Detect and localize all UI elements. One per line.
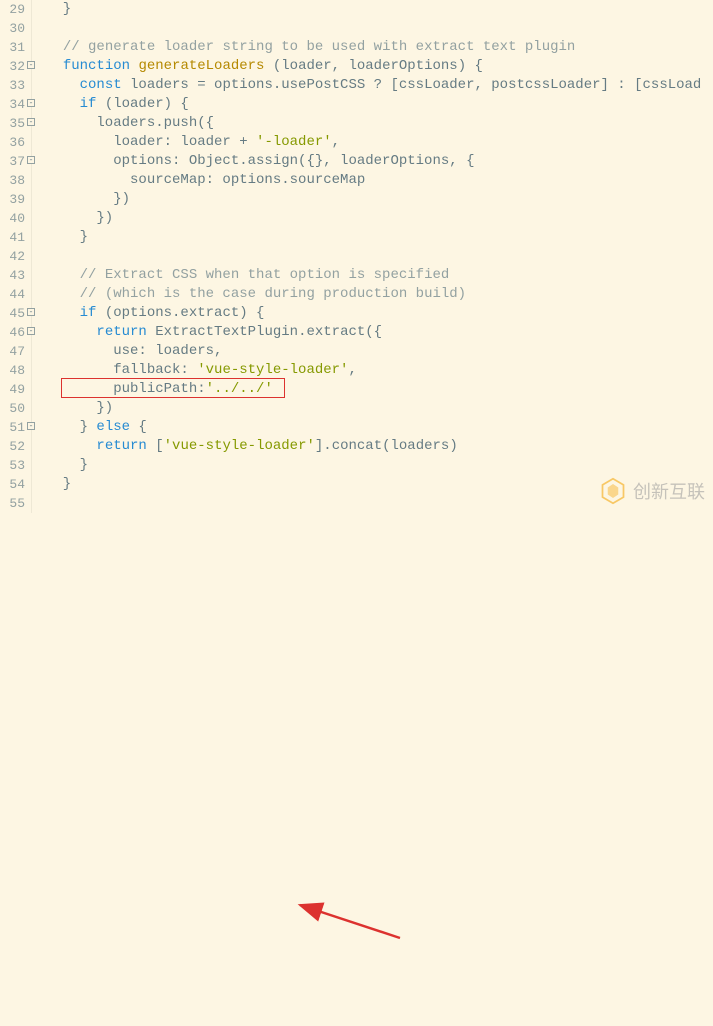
code-line[interactable]: return ExtractTextPlugin.extract({ (46, 323, 713, 342)
line-number: 37- (0, 152, 25, 171)
line-number: 31 (0, 38, 25, 57)
code-line[interactable]: // generate loader string to be used wit… (46, 38, 713, 57)
code-line[interactable]: if (options.extract) { (46, 304, 713, 323)
fold-toggle-icon[interactable]: - (27, 308, 35, 316)
code-line[interactable]: // Extract CSS when that option is speci… (46, 266, 713, 285)
code-area[interactable]: } // generate loader string to be used w… (32, 0, 713, 513)
code-line[interactable]: } else { (46, 418, 713, 437)
code-line[interactable]: options: Object.assign({}, loaderOptions… (46, 152, 713, 171)
line-number: 49 (0, 380, 25, 399)
code-line[interactable]: // (which is the case during production … (46, 285, 713, 304)
line-number: 53 (0, 456, 25, 475)
code-line[interactable]: function generateLoaders (loader, loader… (46, 57, 713, 76)
code-line[interactable]: }) (46, 190, 713, 209)
code-line[interactable] (46, 19, 713, 38)
line-number: 54 (0, 475, 25, 494)
line-number: 39 (0, 190, 25, 209)
line-number: 30 (0, 19, 25, 38)
code-line[interactable]: loaders.push({ (46, 114, 713, 133)
line-number: 55 (0, 494, 25, 513)
code-line[interactable]: } (46, 0, 713, 19)
line-number: 35- (0, 114, 25, 133)
fold-toggle-icon[interactable]: - (27, 61, 35, 69)
code-line[interactable]: } (46, 456, 713, 475)
code-editor[interactable]: 29303132-3334-35-3637-3839404142434445-4… (0, 0, 713, 513)
fold-toggle-icon[interactable]: - (27, 118, 35, 126)
watermark-text: 创新互联 (633, 478, 705, 504)
code-line[interactable] (46, 247, 713, 266)
code-line[interactable]: } (46, 228, 713, 247)
line-number: 34- (0, 95, 25, 114)
line-number: 41 (0, 228, 25, 247)
watermark-logo-icon (599, 477, 627, 505)
line-number: 46- (0, 323, 25, 342)
line-number: 47 (0, 342, 25, 361)
line-number: 48 (0, 361, 25, 380)
code-line[interactable]: }) (46, 209, 713, 228)
line-number: 33 (0, 76, 25, 95)
line-number: 40 (0, 209, 25, 228)
code-line[interactable]: use: loaders, (46, 342, 713, 361)
code-line[interactable]: if (loader) { (46, 95, 713, 114)
code-line[interactable]: return ['vue-style-loader'].concat(loade… (46, 437, 713, 456)
fold-toggle-icon[interactable]: - (27, 99, 35, 107)
code-line[interactable]: fallback: 'vue-style-loader', (46, 361, 713, 380)
line-number: 44 (0, 285, 25, 304)
line-number-gutter: 29303132-3334-35-3637-3839404142434445-4… (0, 0, 32, 513)
code-line[interactable]: const loaders = options.usePostCSS ? [cs… (46, 76, 713, 95)
fold-toggle-icon[interactable]: - (27, 422, 35, 430)
code-line[interactable]: sourceMap: options.sourceMap (46, 171, 713, 190)
code-line[interactable]: }) (46, 399, 713, 418)
fold-toggle-icon[interactable]: - (27, 327, 35, 335)
annotation-arrow (0, 513, 713, 1026)
code-line[interactable]: loader: loader + '-loader', (46, 133, 713, 152)
line-number: 52 (0, 437, 25, 456)
line-number: 45- (0, 304, 25, 323)
line-number: 50 (0, 399, 25, 418)
line-number: 42 (0, 247, 25, 266)
fold-toggle-icon[interactable]: - (27, 156, 35, 164)
line-number: 43 (0, 266, 25, 285)
line-number: 29 (0, 0, 25, 19)
line-number: 51- (0, 418, 25, 437)
line-number: 32- (0, 57, 25, 76)
code-line[interactable]: publicPath:'../../' (46, 380, 713, 399)
line-number: 38 (0, 171, 25, 190)
line-number: 36 (0, 133, 25, 152)
watermark: 创新互联 (599, 477, 705, 505)
